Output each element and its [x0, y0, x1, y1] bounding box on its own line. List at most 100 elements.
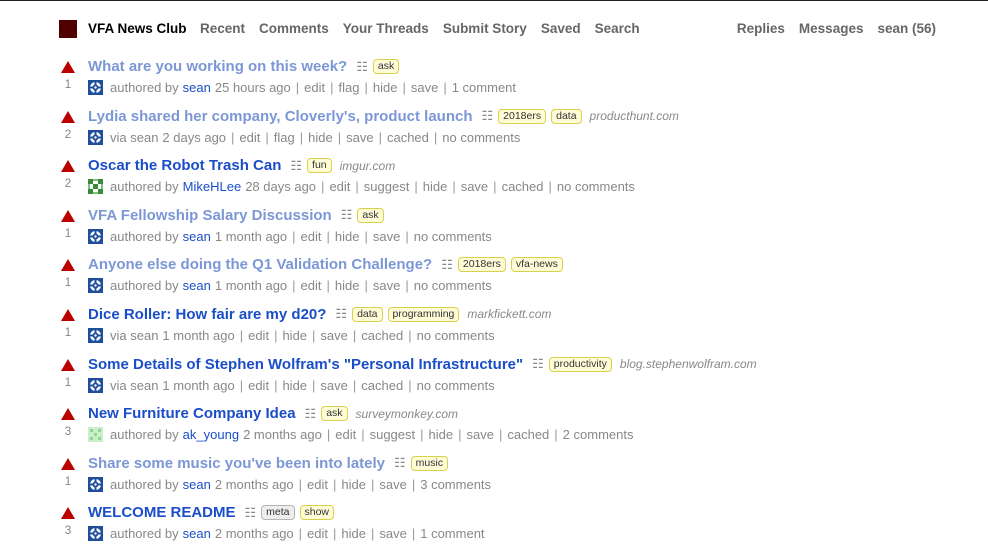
story-action-1-comment[interactable]: 1 comment	[452, 80, 516, 95]
author-link[interactable]: ak_young	[183, 427, 239, 442]
nav-submit-story[interactable]: Submit Story	[443, 21, 527, 36]
avatar[interactable]	[88, 427, 103, 443]
story-action-hide[interactable]: hide	[429, 427, 454, 442]
upvote-arrow-icon[interactable]	[61, 358, 75, 371]
thread-list-icon[interactable]: ☷	[441, 257, 453, 273]
thread-list-icon[interactable]: ☷	[394, 455, 406, 471]
upvote-arrow-icon[interactable]	[61, 308, 75, 321]
avatar[interactable]	[88, 179, 103, 195]
story-tag[interactable]: fun	[307, 158, 332, 174]
story-domain[interactable]: blog.stephenwolfram.com	[620, 357, 757, 371]
story-action-save[interactable]: save	[373, 278, 400, 293]
story-tag[interactable]: data	[551, 108, 582, 124]
story-action-save[interactable]: save	[320, 378, 347, 393]
avatar[interactable]	[88, 327, 103, 343]
nav-comments[interactable]: Comments	[259, 21, 329, 36]
story-tag[interactable]: ask	[372, 59, 400, 74]
story-action-suggest[interactable]: suggest	[364, 179, 410, 194]
story-action-save[interactable]: save	[411, 80, 438, 95]
story-action-no-comments[interactable]: no comments	[442, 130, 520, 145]
story-domain[interactable]: imgur.com	[340, 159, 396, 173]
author-link[interactable]: sean	[183, 229, 211, 244]
story-action-cached[interactable]: cached	[502, 179, 544, 194]
upvote-arrow-icon[interactable]	[61, 408, 75, 421]
story-action-hide[interactable]: hide	[282, 328, 307, 343]
story-action-no-comments[interactable]: no comments	[557, 179, 635, 194]
nav-replies[interactable]: Replies	[737, 21, 785, 36]
story-action-cached[interactable]: cached	[507, 427, 549, 442]
upvote-arrow-icon[interactable]	[61, 61, 75, 73]
story-action-save[interactable]: save	[320, 328, 347, 343]
story-action-edit[interactable]: edit	[301, 229, 322, 244]
story-title-link[interactable]: Oscar the Robot Trash Can	[88, 157, 281, 174]
story-action-edit[interactable]: edit	[329, 179, 350, 194]
story-action-edit[interactable]: edit	[307, 477, 328, 492]
story-domain[interactable]: surveymonkey.com	[356, 407, 458, 421]
nav-search[interactable]: Search	[595, 21, 640, 36]
story-action-edit[interactable]: edit	[248, 378, 269, 393]
author-link[interactable]: sean	[183, 526, 211, 541]
story-title-link[interactable]: Anyone else doing the Q1 Validation Chal…	[88, 256, 432, 273]
story-action-no-comments[interactable]: no comments	[414, 278, 492, 293]
nav-user-profile[interactable]: sean (56)	[877, 21, 936, 36]
story-action-hide[interactable]: hide	[341, 526, 366, 541]
story-action-edit[interactable]: edit	[307, 526, 328, 541]
story-action-flag[interactable]: flag	[339, 80, 360, 95]
story-title-link[interactable]: What are you working on this week?	[88, 58, 347, 75]
avatar[interactable]	[88, 228, 103, 244]
avatar[interactable]	[88, 278, 103, 294]
story-tag[interactable]: vfa-news	[510, 257, 563, 273]
story-action-edit[interactable]: edit	[301, 278, 322, 293]
story-tag[interactable]: ask	[321, 406, 348, 422]
site-logo[interactable]	[59, 20, 77, 38]
story-action-edit[interactable]: edit	[239, 130, 260, 145]
thread-list-icon[interactable]: ☷	[341, 207, 353, 223]
story-title-link[interactable]: Dice Roller: How fair are my d20?	[88, 306, 326, 323]
story-title-link[interactable]: WELCOME README	[88, 504, 236, 521]
thread-list-icon[interactable]: ☷	[305, 406, 317, 422]
story-title-link[interactable]: Some Details of Stephen Wolfram's "Perso…	[88, 356, 523, 373]
story-action-save[interactable]: save	[467, 427, 494, 442]
story-tag[interactable]: show	[299, 505, 335, 521]
story-tag[interactable]: productivity	[548, 356, 612, 372]
avatar[interactable]	[88, 526, 103, 542]
story-action-edit[interactable]: edit	[304, 80, 325, 95]
story-action-save[interactable]: save	[379, 526, 406, 541]
story-action-hide[interactable]: hide	[308, 130, 333, 145]
story-action-cached[interactable]: cached	[361, 328, 403, 343]
story-title-link[interactable]: VFA Fellowship Salary Discussion	[88, 207, 332, 224]
story-action-hide[interactable]: hide	[335, 229, 360, 244]
story-action-edit[interactable]: edit	[335, 427, 356, 442]
avatar[interactable]	[88, 476, 103, 492]
story-action-no-comments[interactable]: no comments	[414, 229, 492, 244]
upvote-arrow-icon[interactable]	[61, 507, 75, 520]
story-action-save[interactable]: save	[461, 179, 488, 194]
story-action-cached[interactable]: cached	[387, 130, 429, 145]
thread-list-icon[interactable]: ☷	[482, 108, 494, 124]
thread-list-icon[interactable]: ☷	[532, 356, 544, 372]
nav-recent[interactable]: Recent	[200, 21, 245, 36]
story-tag[interactable]: music	[410, 455, 449, 471]
upvote-arrow-icon[interactable]	[61, 110, 75, 123]
story-action-hide[interactable]: hide	[423, 179, 448, 194]
author-link[interactable]: sean	[183, 80, 211, 95]
story-action-1-comment[interactable]: 1 comment	[420, 526, 484, 541]
story-tag[interactable]: ask	[357, 207, 384, 223]
story-action-flag[interactable]: flag	[274, 130, 295, 145]
author-link[interactable]: sean	[183, 278, 211, 293]
story-action-hide[interactable]: hide	[335, 278, 360, 293]
story-action-3-comments[interactable]: 3 comments	[420, 477, 491, 492]
site-title[interactable]: VFA News Club	[88, 21, 187, 36]
avatar[interactable]	[88, 129, 103, 145]
thread-list-icon[interactable]: ☷	[356, 59, 368, 75]
nav-your-threads[interactable]: Your Threads	[343, 21, 429, 36]
story-action-no-comments[interactable]: no comments	[417, 378, 495, 393]
story-tag[interactable]: data	[352, 306, 383, 322]
story-tag[interactable]: 2018ers	[498, 108, 547, 124]
story-title-link[interactable]: New Furniture Company Idea	[88, 405, 296, 422]
story-action-suggest[interactable]: suggest	[370, 427, 416, 442]
story-action-no-comments[interactable]: no comments	[417, 328, 495, 343]
story-action-save[interactable]: save	[373, 229, 400, 244]
story-action-hide[interactable]: hide	[282, 378, 307, 393]
story-action-hide[interactable]: hide	[373, 80, 398, 95]
